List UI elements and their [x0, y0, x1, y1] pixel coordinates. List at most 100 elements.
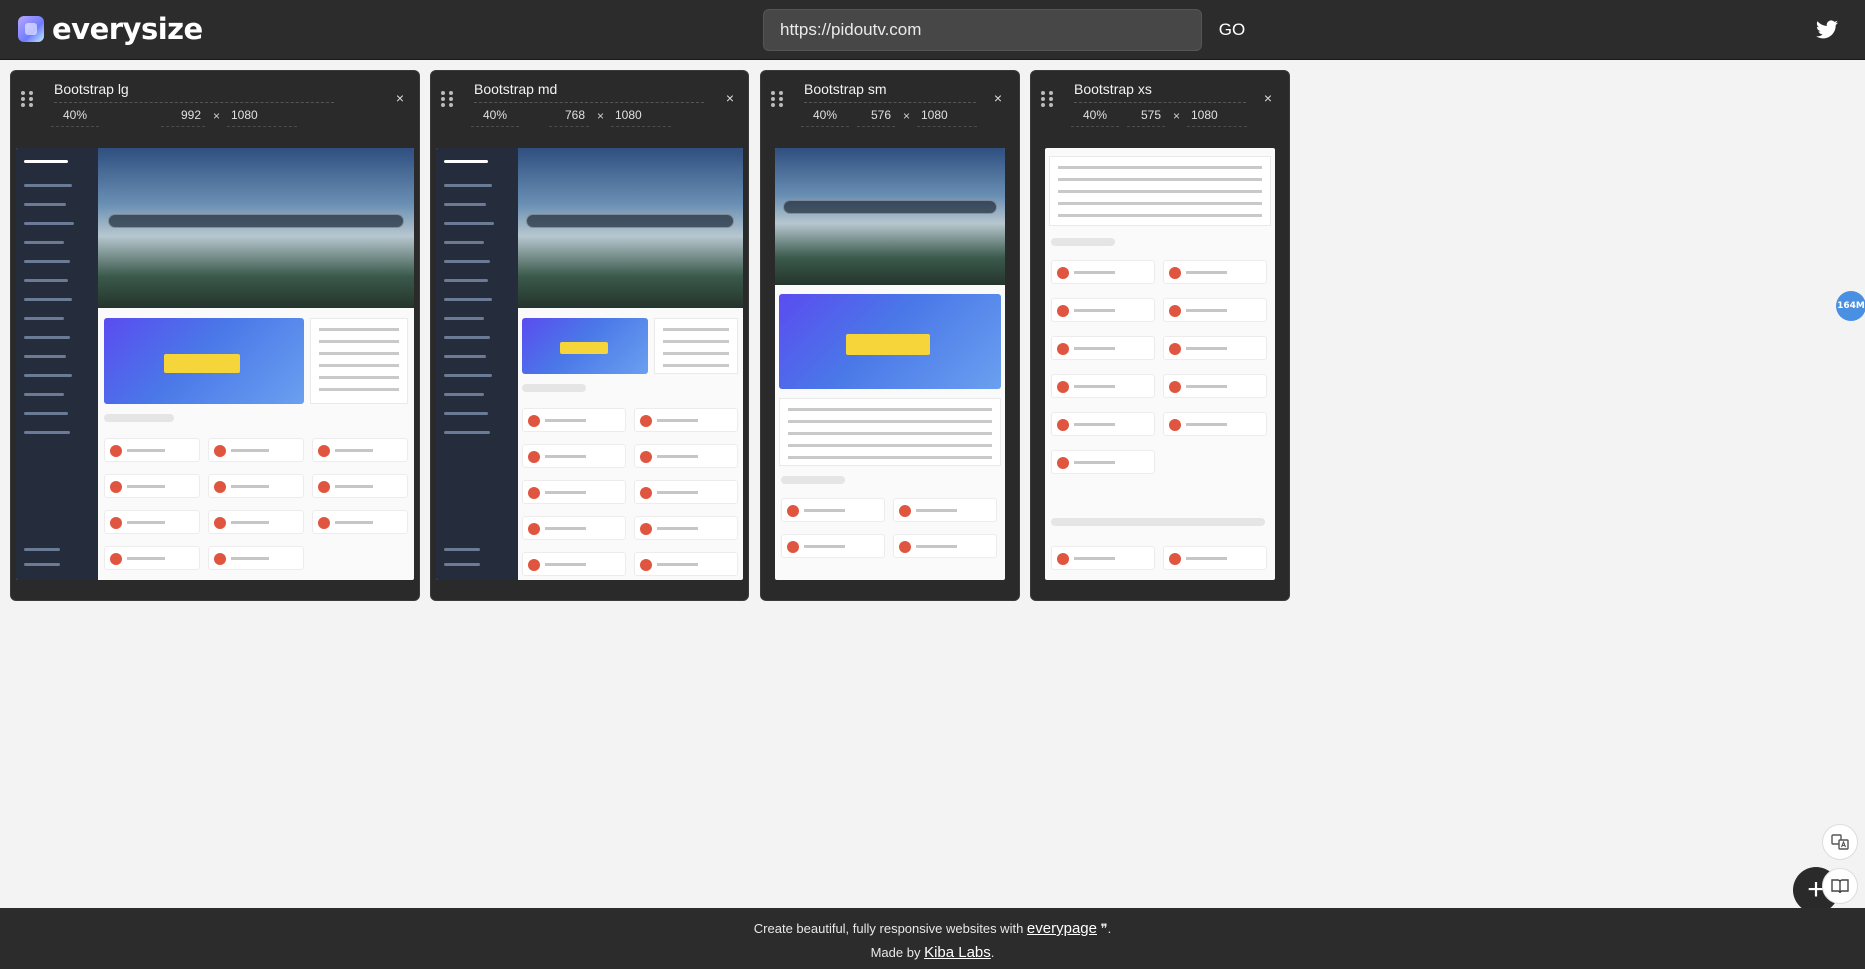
url-input[interactable]	[763, 9, 1202, 51]
preview-search	[783, 200, 997, 214]
preview-tile	[1163, 260, 1267, 284]
site-preview-frame[interactable]	[16, 148, 414, 580]
preview-tile	[1051, 298, 1155, 322]
preview-banner	[522, 318, 648, 374]
preview-tile	[208, 510, 304, 534]
preview-card-xs: × ×	[1030, 70, 1290, 601]
preview-tile	[522, 444, 626, 468]
card-title-input[interactable]	[1074, 75, 1246, 103]
preview-search	[526, 214, 734, 228]
height-input[interactable]	[227, 103, 297, 127]
dimension-separator: ×	[597, 109, 605, 123]
kiba-labs-link[interactable]: Kiba Labs	[924, 944, 991, 961]
preview-tile	[1163, 412, 1267, 436]
width-input[interactable]	[857, 103, 895, 127]
everypage-link[interactable]: everypage	[1027, 920, 1097, 937]
preview-tile	[522, 408, 626, 432]
preview-tabs	[781, 476, 845, 484]
preview-tile	[104, 438, 200, 462]
book-icon[interactable]	[1822, 868, 1858, 904]
preview-tile	[1051, 374, 1155, 398]
site-preview-frame[interactable]	[1045, 148, 1275, 580]
preview-tile	[522, 552, 626, 576]
footer-line-2: Made by Kiba Labs.	[0, 944, 1865, 961]
drag-handle-icon[interactable]	[441, 91, 453, 107]
preview-tile	[104, 546, 200, 570]
zoom-input[interactable]	[51, 103, 99, 127]
card-title-input[interactable]	[54, 75, 334, 103]
preview-sidebar	[16, 148, 98, 580]
preview-tile	[781, 534, 885, 558]
footer-text: ❞.	[1096, 921, 1112, 936]
preview-tile	[1163, 336, 1267, 360]
preview-tile	[522, 516, 626, 540]
preview-tile	[634, 552, 738, 576]
preview-tile	[781, 498, 885, 522]
preview-tile	[893, 534, 997, 558]
site-preview-frame[interactable]	[436, 148, 743, 580]
footer-line-1: Create beautiful, fully responsive websi…	[0, 920, 1865, 937]
preview-tile	[1051, 336, 1155, 360]
preview-banner	[779, 294, 1001, 389]
preview-tile	[1051, 260, 1155, 284]
preview-sidebar	[436, 148, 518, 580]
zoom-input[interactable]	[471, 103, 519, 127]
preview-tile	[634, 516, 738, 540]
height-input[interactable]	[611, 103, 671, 127]
brand[interactable]: everysize	[18, 12, 203, 46]
height-input[interactable]	[917, 103, 977, 127]
go-button[interactable]: GO	[1208, 9, 1256, 51]
close-icon[interactable]: ×	[391, 89, 409, 107]
preview-tile	[208, 438, 304, 462]
site-preview-frame[interactable]	[775, 148, 1005, 580]
preview-tile	[104, 510, 200, 534]
zoom-input[interactable]	[801, 103, 849, 127]
preview-card-sm: × ×	[760, 70, 1020, 601]
preview-tile	[208, 474, 304, 498]
preview-news	[779, 398, 1001, 466]
preview-tile	[1051, 450, 1155, 474]
preview-card-lg: × ×	[10, 70, 420, 601]
preview-hero	[98, 148, 414, 308]
zoom-input[interactable]	[1071, 103, 1119, 127]
preview-tile	[208, 546, 304, 570]
drag-handle-icon[interactable]	[21, 91, 33, 107]
drag-handle-icon[interactable]	[1041, 91, 1053, 107]
floating-badge[interactable]: 164M	[1836, 291, 1865, 321]
height-input[interactable]	[1187, 103, 1247, 127]
preview-tile	[1051, 412, 1155, 436]
preview-tile	[1163, 546, 1267, 570]
twitter-icon[interactable]	[1815, 18, 1839, 42]
close-icon[interactable]: ×	[1259, 89, 1277, 107]
footer: Create beautiful, fully responsive websi…	[0, 908, 1865, 969]
card-title-input[interactable]	[474, 75, 704, 103]
dimension-separator: ×	[1173, 109, 1181, 123]
footer-text: Create beautiful, fully responsive websi…	[753, 921, 1027, 936]
width-input[interactable]	[549, 103, 589, 127]
width-input[interactable]	[1127, 103, 1165, 127]
preview-tabs	[1051, 238, 1115, 246]
preview-banner	[104, 318, 304, 404]
preview-hero	[518, 148, 743, 308]
preview-tile	[312, 510, 408, 534]
dimension-separator: ×	[903, 109, 911, 123]
preview-hero	[775, 148, 1005, 285]
brand-name: everysize	[52, 12, 203, 46]
card-title-input[interactable]	[804, 75, 976, 103]
close-icon[interactable]: ×	[989, 89, 1007, 107]
close-icon[interactable]: ×	[721, 89, 739, 107]
footer-text: Made by	[870, 945, 925, 960]
preview-tabs	[522, 384, 586, 392]
drag-handle-icon[interactable]	[771, 91, 783, 107]
preview-tabs	[104, 414, 174, 422]
translate-icon[interactable]	[1822, 824, 1858, 860]
preview-tile	[634, 480, 738, 504]
preview-news	[1049, 156, 1271, 226]
width-input[interactable]	[161, 103, 205, 127]
preview-card-md: × ×	[430, 70, 749, 601]
preview-search	[108, 214, 404, 228]
logo-icon	[18, 16, 44, 42]
preview-news	[654, 318, 738, 374]
preview-tile	[1163, 374, 1267, 398]
top-bar: everysize GO	[0, 0, 1865, 60]
